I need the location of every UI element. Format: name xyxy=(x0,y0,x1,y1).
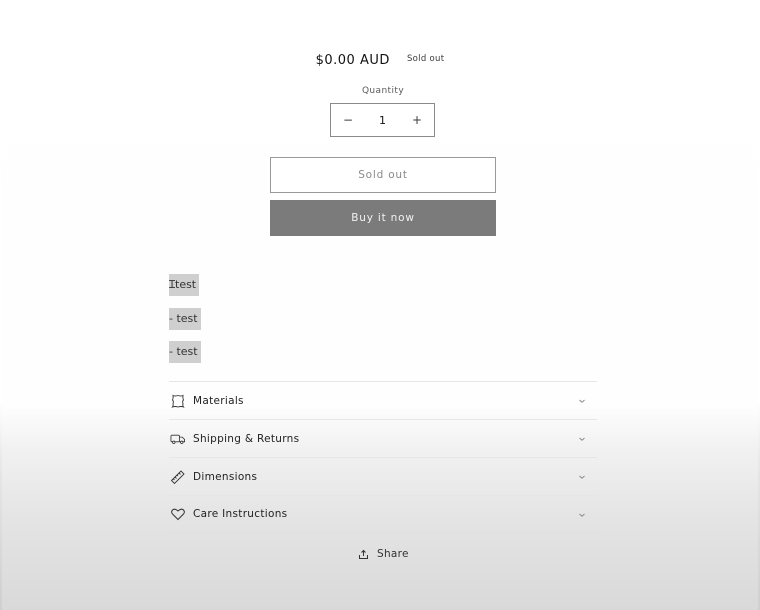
quantity-label: Quantity xyxy=(361,86,405,96)
price-row: $0.00 AUD Sold out xyxy=(0,50,760,69)
share-button[interactable]: Share xyxy=(358,548,409,560)
description-line-text: test xyxy=(175,278,197,291)
accordion-label: Dimensions xyxy=(193,470,258,483)
accordion-item-materials[interactable]: Materials xyxy=(169,381,597,419)
heart-icon xyxy=(170,506,186,522)
product-accordion: Materials Shipping & Returns Dimensions xyxy=(169,381,597,533)
accordion-label: Shipping & Returns xyxy=(193,432,300,445)
truck-icon xyxy=(170,431,186,447)
description-line: - test xyxy=(169,308,201,330)
accordion-item-dimensions[interactable]: Dimensions xyxy=(169,457,597,495)
quantity-stepper: − 1 + xyxy=(330,103,435,137)
sold-out-badge: Sold out xyxy=(406,53,445,64)
share-icon xyxy=(359,549,368,559)
quantity-decrease-button[interactable]: − xyxy=(331,104,365,136)
product-price: $0.00 AUD xyxy=(315,53,390,68)
description-line-text: - test xyxy=(169,345,198,358)
ruler-icon xyxy=(170,469,186,485)
quantity-increase-button[interactable]: + xyxy=(400,104,434,136)
chevron-down-icon xyxy=(579,437,585,441)
accordion-label: Care Instructions xyxy=(193,508,288,520)
description-line-text: - test xyxy=(169,312,198,325)
accordion-item-shipping-returns[interactable]: Shipping & Returns xyxy=(169,419,597,457)
chevron-down-icon xyxy=(579,399,585,403)
share-label: Share xyxy=(377,548,409,560)
leather-icon xyxy=(170,393,186,409)
sold-out-button[interactable]: Sold out xyxy=(270,157,496,193)
accordion-label: Materials xyxy=(193,394,244,407)
quantity-input[interactable]: 1 xyxy=(368,114,398,127)
accordion-item-care-instructions[interactable]: Care Instructions xyxy=(169,495,597,533)
description-line: Ɪtest xyxy=(169,274,200,296)
chevron-down-icon xyxy=(579,513,585,517)
description-line: - test xyxy=(169,341,201,363)
buy-it-now-button[interactable]: Buy it now xyxy=(270,200,496,236)
chevron-down-icon xyxy=(579,475,585,479)
